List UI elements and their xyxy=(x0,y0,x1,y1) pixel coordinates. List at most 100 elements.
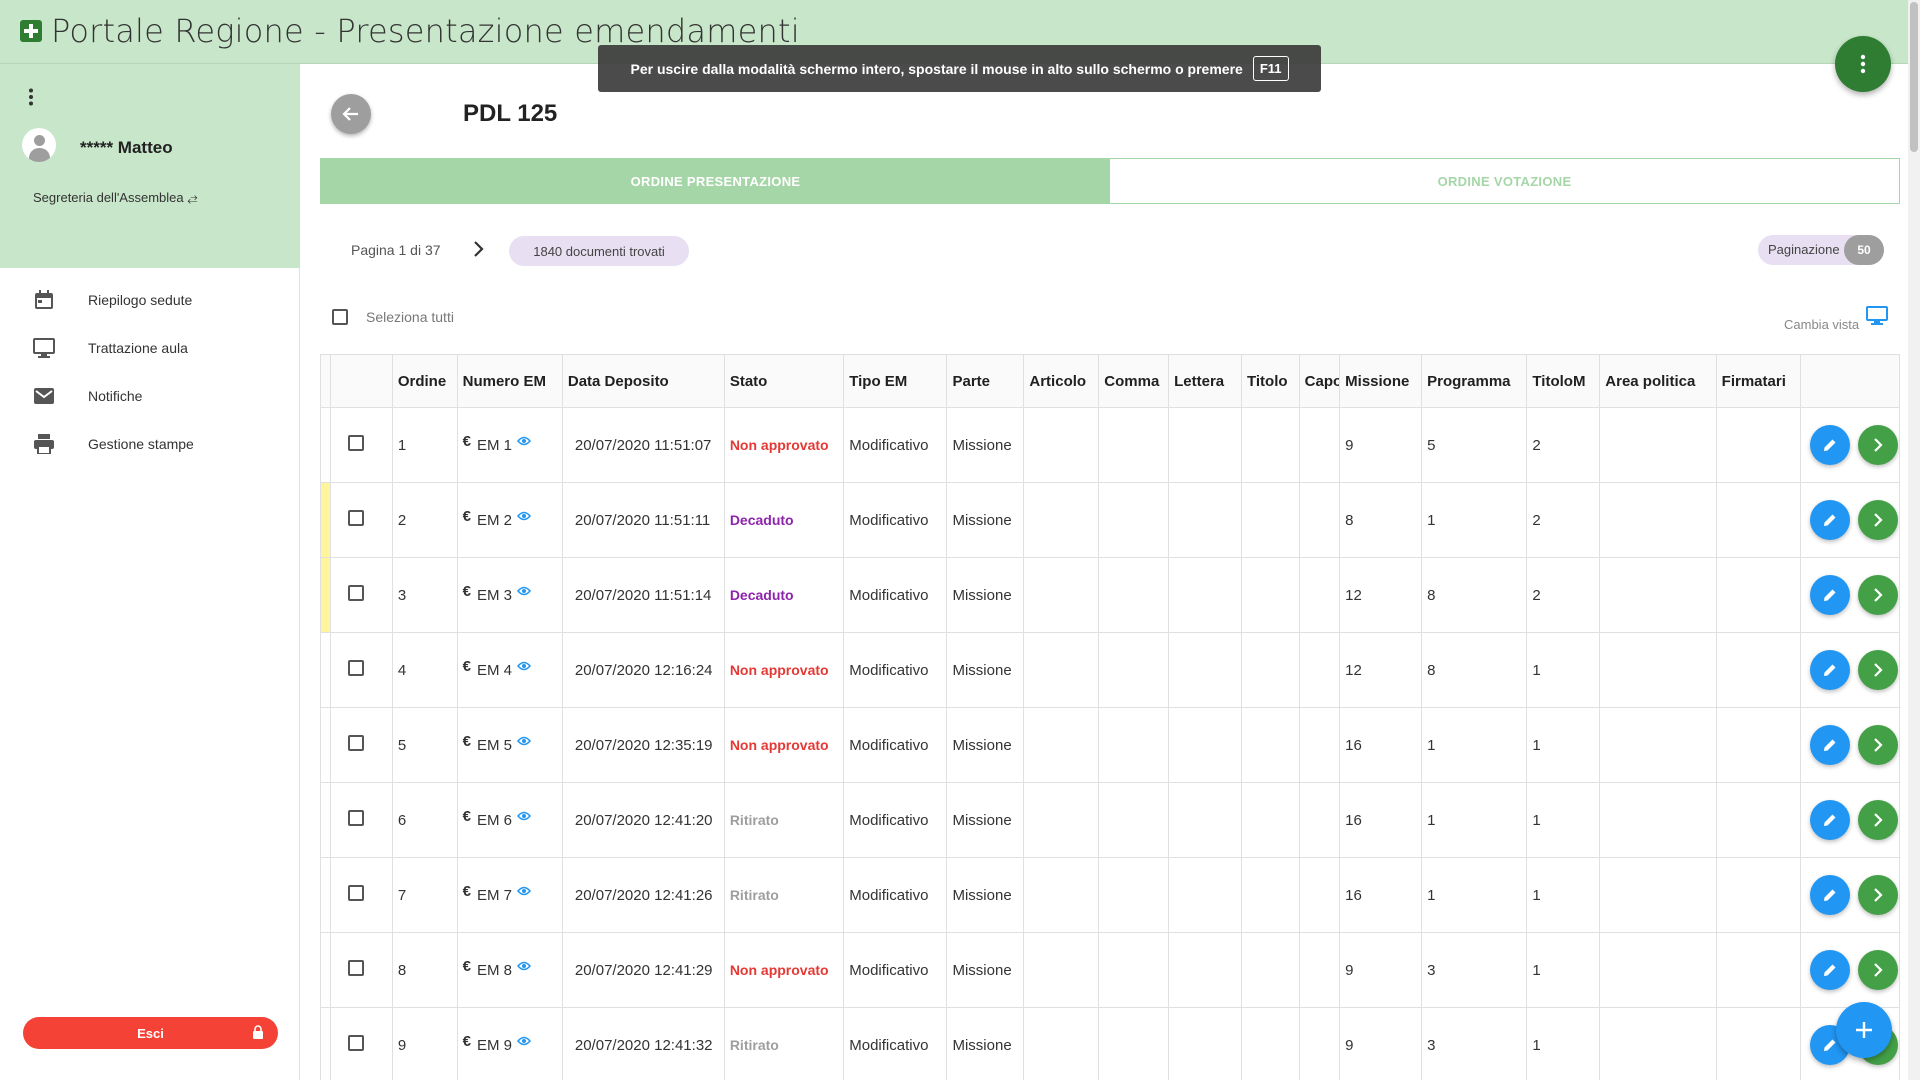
cell-comma xyxy=(1098,932,1170,1008)
user-role-switch[interactable]: Segreteria dell'Assemblea ⥄ xyxy=(33,190,198,206)
edit-button[interactable] xyxy=(1809,425,1850,465)
edit-button[interactable] xyxy=(1809,725,1850,765)
eye-icon[interactable] xyxy=(516,661,531,671)
open-button[interactable] xyxy=(1857,425,1898,465)
open-button[interactable] xyxy=(1857,950,1898,990)
cell-missione: 12 xyxy=(1339,632,1423,708)
edit-button[interactable] xyxy=(1809,575,1850,615)
eye-icon[interactable] xyxy=(516,586,531,596)
column-header[interactable]: Lettera xyxy=(1168,354,1242,408)
row-checkbox[interactable] xyxy=(348,810,365,826)
column-header[interactable]: Area politica xyxy=(1599,354,1717,408)
edit-button[interactable] xyxy=(1809,950,1850,990)
row-checkbox[interactable] xyxy=(348,660,365,676)
open-button[interactable] xyxy=(1857,725,1898,765)
cell-numero-em[interactable]: € EM 7 xyxy=(456,857,563,933)
eye-icon[interactable] xyxy=(516,811,531,821)
column-header[interactable]: Tipo EM xyxy=(843,354,948,408)
page-scrollbar[interactable] xyxy=(1908,0,1920,1080)
kebab-menu-icon xyxy=(29,88,33,106)
column-header[interactable]: Missione xyxy=(1339,354,1423,408)
change-view-monitor-icon[interactable] xyxy=(1866,306,1888,326)
row-checkbox[interactable] xyxy=(348,510,365,526)
cell-numero-em[interactable]: € EM 8 xyxy=(456,932,563,1008)
sidebar-item-gestione-stampe[interactable]: Gestione stampe xyxy=(0,424,300,464)
column-header[interactable]: Data Deposito xyxy=(561,354,725,408)
cell-numero-em[interactable]: € EM 5 xyxy=(456,707,563,783)
add-amendment-button[interactable] xyxy=(1836,1002,1892,1058)
open-button[interactable] xyxy=(1857,500,1898,540)
cell-articolo xyxy=(1023,407,1100,483)
sidebar-item-riepilogo-sedute[interactable]: Riepilogo sedute xyxy=(0,280,300,320)
column-header[interactable]: Articolo xyxy=(1023,354,1100,408)
open-button[interactable] xyxy=(1857,575,1898,615)
eye-icon[interactable] xyxy=(516,436,531,446)
table-row: 5 € EM 5 20/07/2020 12:35:19 Non approvato Mo… xyxy=(320,707,1900,783)
exit-button[interactable]: Esci xyxy=(23,1017,278,1049)
cell-comma xyxy=(1098,782,1170,858)
edit-button[interactable] xyxy=(1809,800,1850,840)
row-checkbox[interactable] xyxy=(348,960,365,976)
edit-button[interactable] xyxy=(1809,650,1850,690)
cell-tipo-em: Modificativo xyxy=(843,632,948,708)
cell-lettera xyxy=(1168,1007,1242,1080)
sidebar-menu-button[interactable] xyxy=(28,88,34,110)
eye-icon[interactable] xyxy=(516,511,531,521)
change-view-label[interactable]: Cambia vista xyxy=(1784,317,1859,332)
row-checkbox[interactable] xyxy=(348,585,365,601)
cell-numero-em[interactable]: € EM 1 xyxy=(456,407,563,483)
cell-numero-em[interactable]: € EM 4 xyxy=(456,632,563,708)
select-all-checkbox[interactable] xyxy=(332,309,348,325)
cell-numero-em[interactable]: € EM 9 xyxy=(456,1007,563,1080)
cell-numero-em[interactable]: € EM 3 xyxy=(456,557,563,633)
open-button[interactable] xyxy=(1857,650,1898,690)
eye-icon[interactable] xyxy=(516,1036,531,1046)
eye-icon[interactable] xyxy=(516,736,531,746)
tab-ordine-votazione[interactable]: ORDINE VOTAZIONE xyxy=(1110,159,1899,203)
edit-button[interactable] xyxy=(1809,875,1850,915)
pagination-chip[interactable]: Paginazione 50 xyxy=(1758,235,1884,265)
page-title: PDL 125 xyxy=(463,100,558,127)
column-header[interactable]: Stato xyxy=(723,354,845,408)
open-button[interactable] xyxy=(1857,800,1898,840)
pencil-icon xyxy=(1823,889,1836,901)
cell-firmatari xyxy=(1715,557,1801,633)
cell-data-deposito: 20/07/2020 12:16:24 xyxy=(561,632,725,708)
row-actions xyxy=(1799,782,1900,858)
column-header[interactable]: Programma xyxy=(1421,354,1528,408)
column-header[interactable]: TitoloM xyxy=(1526,354,1601,408)
column-header[interactable]: Capo xyxy=(1298,354,1341,408)
back-button[interactable] xyxy=(331,94,371,134)
cell-parte: Missione xyxy=(946,482,1025,558)
cell-titolo xyxy=(1240,1007,1300,1080)
eye-icon[interactable] xyxy=(516,961,531,971)
more-options-button[interactable] xyxy=(1835,36,1891,92)
column-header[interactable]: Numero EM xyxy=(456,354,563,408)
mail-icon xyxy=(34,388,54,404)
open-button[interactable] xyxy=(1857,875,1898,915)
eye-icon[interactable] xyxy=(516,886,531,896)
row-checkbox[interactable] xyxy=(348,885,365,901)
select-all-label: Seleziona tutti xyxy=(366,309,454,325)
cell-capo xyxy=(1298,857,1341,933)
cell-firmatari xyxy=(1715,707,1801,783)
column-header[interactable]: Firmatari xyxy=(1715,354,1801,408)
cell-numero-em[interactable]: € EM 2 xyxy=(456,482,563,558)
column-header[interactable]: Ordine xyxy=(391,354,458,408)
tab-ordine-presentazione[interactable]: ORDINE PRESENTAZIONE xyxy=(321,159,1110,203)
row-checkbox[interactable] xyxy=(348,735,365,751)
row-checkbox[interactable] xyxy=(348,435,365,451)
cell-comma xyxy=(1098,557,1170,633)
cell-tipo-em: Modificativo xyxy=(843,932,948,1008)
cell-numero-em[interactable]: € EM 6 xyxy=(456,782,563,858)
column-header[interactable]: Titolo xyxy=(1240,354,1300,408)
chevron-right-icon[interactable] xyxy=(472,240,486,258)
sidebar-item-trattazione-aula[interactable]: Trattazione aula xyxy=(0,328,300,368)
column-header[interactable]: Parte xyxy=(946,354,1025,408)
edit-button[interactable] xyxy=(1809,500,1850,540)
sidebar-item-notifiche[interactable]: Notifiche xyxy=(0,376,300,416)
column-header[interactable]: Comma xyxy=(1098,354,1170,408)
cell-stato: Ritirato xyxy=(723,1007,845,1080)
row-checkbox[interactable] xyxy=(348,1035,365,1051)
page-scrollbar-thumb[interactable] xyxy=(1910,2,1918,152)
